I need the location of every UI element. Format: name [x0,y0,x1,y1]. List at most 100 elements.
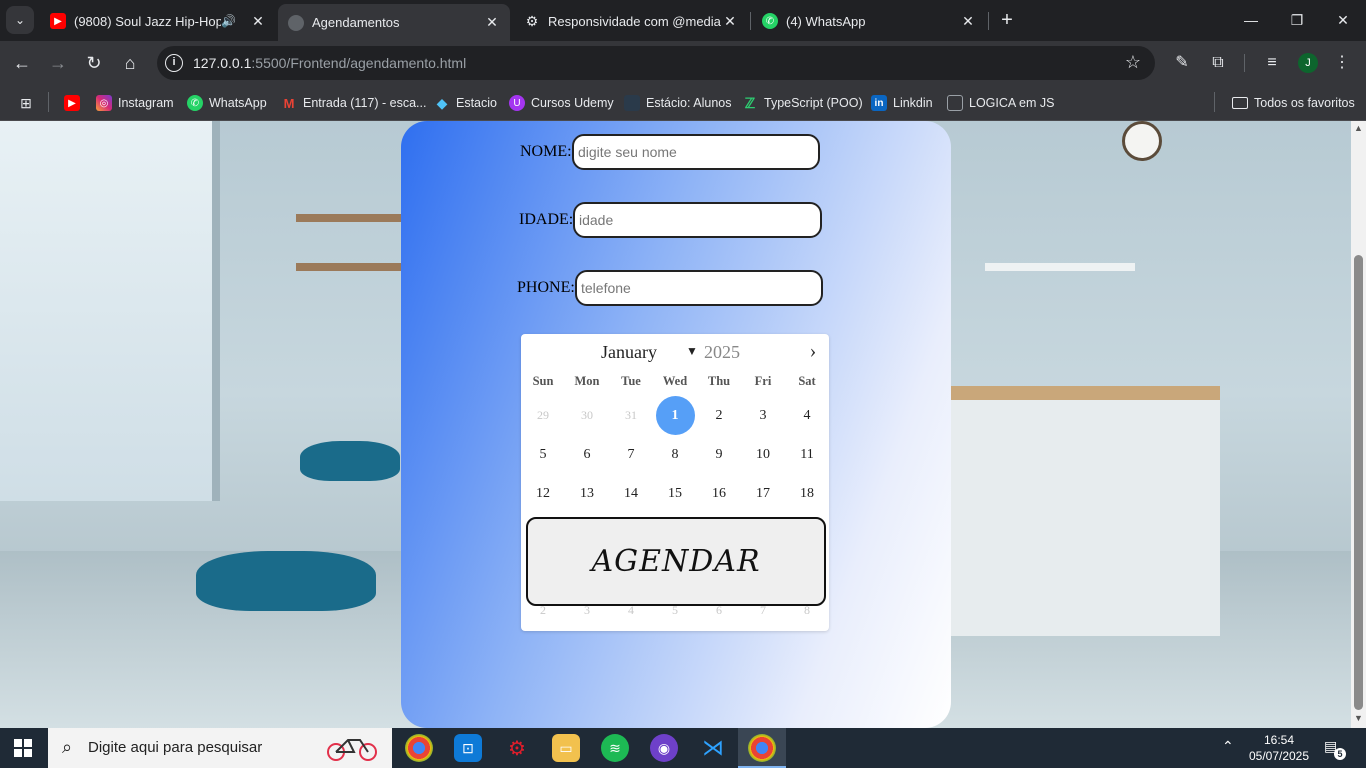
github-taskbar-icon[interactable]: ◉ [650,734,678,762]
game-taskbar-icon[interactable]: ⚙ [503,734,531,762]
calendar-month-select[interactable]: January [601,342,657,363]
url-text[interactable]: 127.0.0.1:5500/Frontend/agendamento.html [193,55,466,71]
bookmark-gmail[interactable]: M Entrada (117) - esca... [281,93,427,113]
calendar-weekday: Mon [574,374,600,388]
calendar-day[interactable]: 29 [521,396,565,435]
calendar-day[interactable]: 31 [609,396,653,435]
restore-button[interactable]: ❐ [1282,8,1312,32]
taskbar-search[interactable]: ⌕ Digite aqui para pesquisar [48,728,392,768]
bookmark-instagram[interactable]: ◎ Instagram [96,93,174,113]
forward-button[interactable]: → [46,51,70,75]
chrome-profile-taskbar-icon[interactable] [748,734,776,762]
phone-input[interactable] [575,270,823,306]
media-control-icon[interactable]: ≡ [1260,51,1284,75]
bookmark-label: Entrada (117) - esca... [303,96,427,110]
tab-youtube[interactable]: ▶ (9808) Soul Jazz Hip-Hop Pa 🔊 ✕ [40,6,276,36]
bookmark-youtube[interactable]: ▶ [64,93,86,113]
close-tab-icon[interactable]: ✕ [250,13,266,30]
nome-label: NOME: [520,143,572,160]
bicycle-icon [327,739,377,761]
vscode-taskbar-icon[interactable]: ⋊ [699,734,727,762]
calendar-day[interactable]: 9 [697,435,741,474]
calendar-day[interactable]: 5 [521,435,565,474]
tab-title: Agendamentos [312,15,400,30]
bookmark-label: TypeScript (POO) [764,96,863,110]
calendar-day[interactable]: 14 [609,474,653,513]
scroll-up-arrow[interactable]: ▲ [1354,123,1363,133]
menu-kebab-icon[interactable]: ⋮ [1330,51,1354,75]
close-tab-icon[interactable]: ✕ [484,14,500,31]
windows-taskbar: ⌕ Digite aqui para pesquisar ⊡ ⚙ ▭ ≋ ◉ ⋊… [0,728,1366,768]
bookmark-logica-js[interactable]: LOGICA em JS [947,93,1054,113]
next-month-icon[interactable]: › [803,340,823,363]
site-info-icon[interactable]: i [165,54,183,72]
search-icon: ⌕ [62,737,73,757]
calendar-day[interactable]: 8 [653,435,697,474]
calendar-day[interactable]: 17 [741,474,785,513]
calendar-day[interactable]: 30 [565,396,609,435]
close-tab-icon[interactable]: ✕ [960,13,976,30]
extensions-icon[interactable]: ⧉ [1206,51,1230,75]
phone-label: PHONE: [517,279,575,296]
calendar-year[interactable]: 2025 [704,342,740,363]
calendar-weekday: Sat [798,374,816,388]
windows-start-icon[interactable] [14,739,32,757]
agendar-button[interactable]: AGENDAR [526,517,826,606]
store-taskbar-icon[interactable]: ⊡ [454,734,482,762]
back-button[interactable]: ← [10,51,34,75]
tray-clock[interactable]: 16:54 05/07/2025 [1248,732,1310,764]
bookmark-label: Linkdin [893,96,933,110]
calendar-day[interactable]: 10 [741,435,785,474]
calendar-day[interactable]: 16 [697,474,741,513]
bookmark-label: Cursos Udemy [531,96,614,110]
reload-button[interactable]: ↻ [82,51,106,75]
address-bar[interactable]: i 127.0.0.1:5500/Frontend/agendamento.ht… [157,46,1155,80]
calendar-day[interactable]: 7 [609,435,653,474]
calendar-day[interactable]: 18 [785,474,829,513]
estacio-alunos-icon [624,95,640,111]
tab-whatsapp[interactable]: ✆ (4) WhatsApp ✕ [752,6,986,36]
close-window-button[interactable]: ✕ [1328,8,1358,32]
calendar-day[interactable]: 4 [785,396,829,435]
bookmark-estacio[interactable]: ◆ Estacio [434,93,497,113]
bookmark-star-icon[interactable]: ☆ [1125,52,1141,73]
bookmark-typescript[interactable]: ℤ TypeScript (POO) [742,93,863,113]
tray-chevron-up-icon[interactable]: ⌃ [1222,738,1234,755]
calendar-day[interactable]: 1 [653,396,697,435]
bookmark-linkedin[interactable]: in Linkdin [871,93,933,113]
apps-grid-icon[interactable]: ⊞ [18,93,40,113]
chrome-taskbar-icon[interactable] [405,734,433,762]
calendar-day[interactable]: 15 [653,474,697,513]
eyedropper-icon[interactable]: ✎ [1170,51,1194,75]
calendar-day[interactable]: 12 [521,474,565,513]
notification-badge: 5 [1334,748,1346,760]
calendar-day[interactable]: 6 [565,435,609,474]
close-tab-icon[interactable]: ✕ [722,13,738,30]
tab-agendamentos[interactable]: Agendamentos ✕ [278,4,510,41]
bookmark-label: Estacio [456,96,497,110]
calendar-day[interactable]: 2 [697,396,741,435]
all-bookmarks-folder[interactable]: Todos os favoritos [1232,93,1355,113]
tab-responsividade[interactable]: ⚙ Responsividade com @media ✕ [514,6,748,36]
minimize-button[interactable]: — [1236,8,1266,32]
bookmark-estacio-alunos[interactable]: Estácio: Alunos [624,93,731,113]
spotify-taskbar-icon[interactable]: ≋ [601,734,629,762]
nome-input[interactable] [572,134,820,170]
scroll-down-arrow[interactable]: ▼ [1354,713,1363,723]
home-button[interactable]: ⌂ [118,51,142,75]
scrollbar-thumb[interactable] [1354,255,1363,710]
profile-avatar[interactable]: J [1298,53,1318,73]
calendar-day[interactable]: 13 [565,474,609,513]
new-tab-button[interactable]: + [995,8,1019,32]
background-counter [950,386,1220,636]
file-explorer-taskbar-icon[interactable]: ▭ [552,734,580,762]
tab-search-button[interactable]: ⌄ [6,6,34,34]
calendar-day[interactable]: 3 [741,396,785,435]
calendar-day[interactable]: 11 [785,435,829,474]
bookmark-whatsapp[interactable]: ✆ WhatsApp [187,93,267,113]
url-host: 127.0.0.1 [193,55,252,71]
speaker-icon[interactable]: 🔊 [221,14,236,28]
chevron-down-icon[interactable]: ▼ [686,344,698,359]
idade-input[interactable] [573,202,822,238]
bookmark-udemy[interactable]: U Cursos Udemy [509,93,614,113]
